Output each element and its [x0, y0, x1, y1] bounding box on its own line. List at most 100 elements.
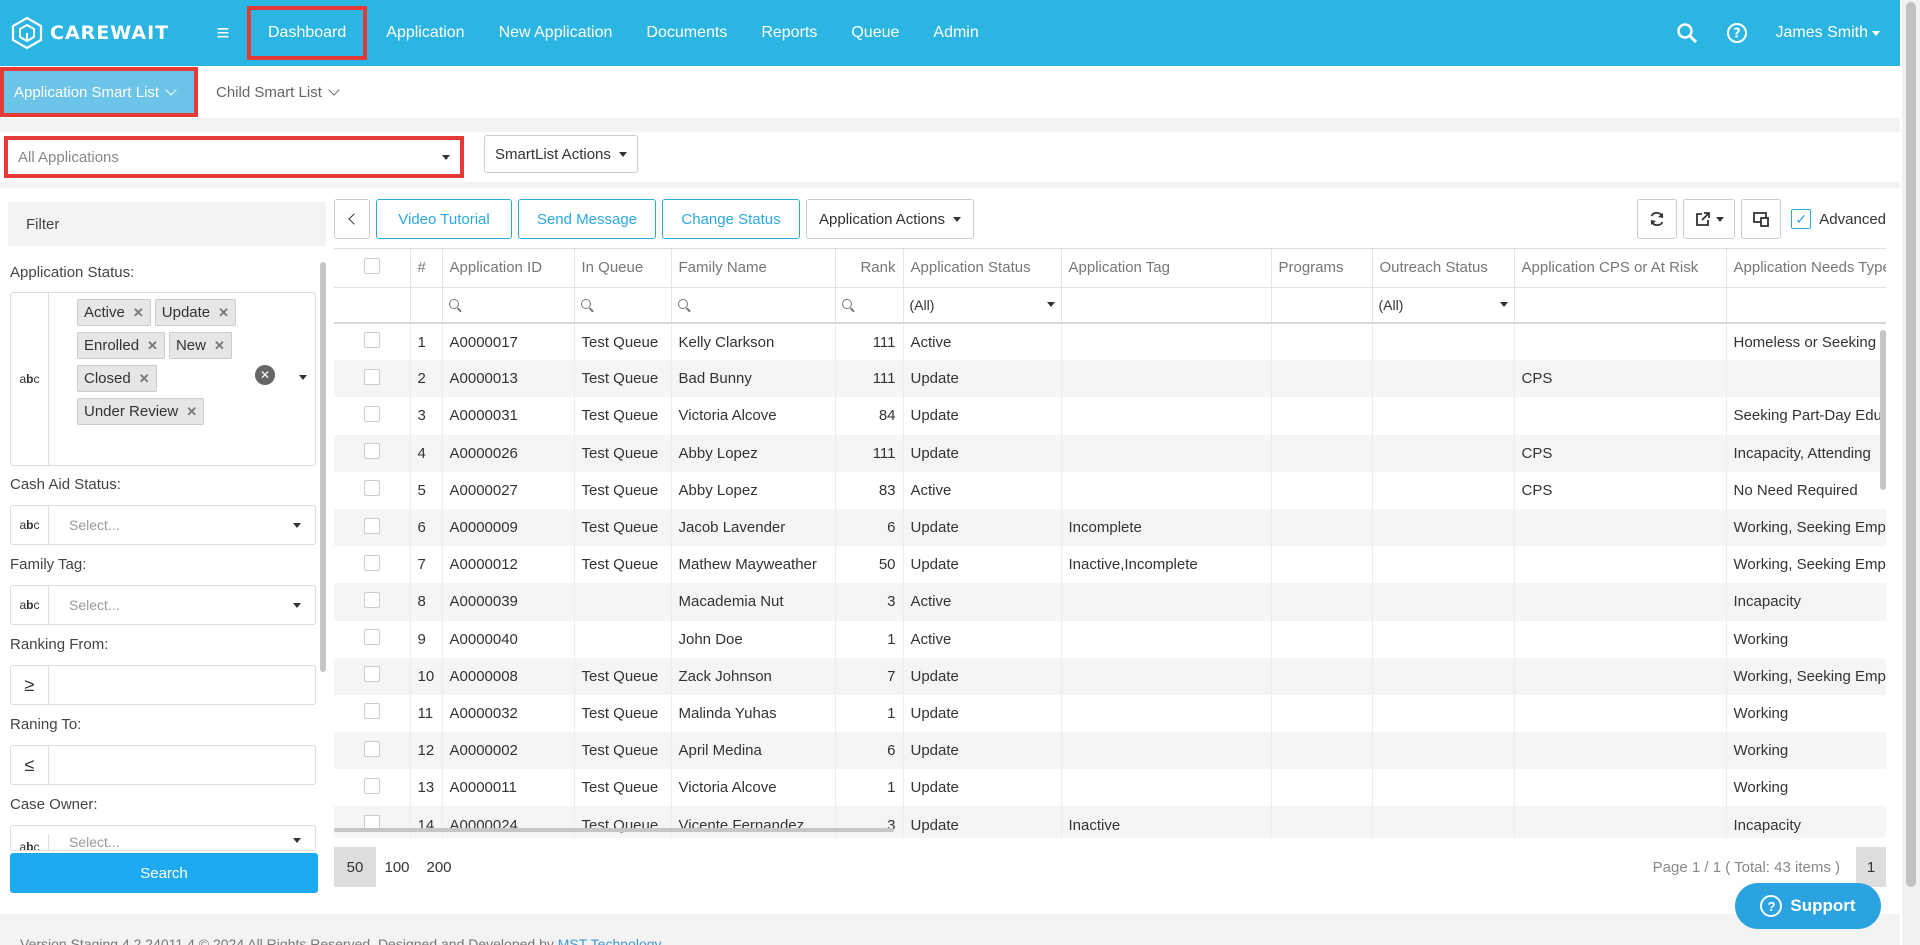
- row-select-cell[interactable]: [334, 657, 411, 695]
- filter-cell[interactable]: [1271, 287, 1373, 324]
- table-cell[interactable]: A0000013: [442, 360, 575, 398]
- clear-all-icon[interactable]: ✕: [255, 365, 275, 385]
- column-header[interactable]: Application Tag: [1061, 249, 1272, 288]
- application-actions-button[interactable]: Application Actions: [806, 199, 974, 239]
- application-status-multiselect[interactable]: abc Active ✕ Update ✕ Enrolled ✕ New ✕ Closed ✕ Un…: [10, 292, 316, 466]
- table-row[interactable]: 13 A0000011 Test Queue Victoria Alcove 1 Upda…: [334, 769, 1886, 807]
- row-checkbox[interactable]: [363, 332, 380, 349]
- status-chip[interactable]: Enrolled ✕: [77, 332, 165, 359]
- filter-cell[interactable]: [442, 287, 575, 324]
- remove-chip-icon[interactable]: ✕: [214, 338, 225, 354]
- table-row[interactable]: 1 A0000017 Test Queue Kelly Clarkson 111 Acti…: [334, 323, 1886, 361]
- nav-item-new-application[interactable]: New Application: [482, 0, 630, 66]
- status-chip[interactable]: Update ✕: [154, 299, 237, 326]
- page-size-option[interactable]: 100: [376, 847, 418, 887]
- table-row[interactable]: 10 A0000008 Test Queue Zack Johnson 7 Update W…: [334, 657, 1886, 695]
- footer-brand-link[interactable]: MST Technology: [558, 936, 662, 945]
- remove-chip-icon[interactable]: ✕: [133, 305, 144, 321]
- row-select-cell[interactable]: [334, 397, 411, 435]
- row-select-cell[interactable]: [334, 583, 411, 621]
- greater-equal-icon[interactable]: ≥: [11, 666, 49, 704]
- row-select-cell[interactable]: [334, 769, 411, 807]
- table-row[interactable]: 11 A0000032 Test Queue Malinda Yuhas 1 Update…: [334, 694, 1886, 733]
- table-row[interactable]: 5 A0000027 Test Queue Abby Lopez 83 Active CPS…: [334, 471, 1886, 509]
- row-checkbox[interactable]: [363, 554, 380, 571]
- help-icon[interactable]: ?: [1726, 22, 1748, 44]
- tab-child-smart-list[interactable]: Child Smart List: [206, 66, 348, 118]
- app-logo[interactable]: CAREWAIT: [10, 16, 205, 50]
- select-all-checkbox[interactable]: [363, 257, 380, 274]
- status-chip[interactable]: New ✕: [168, 332, 232, 359]
- filter-cell[interactable]: [671, 287, 836, 324]
- tab-application-smart-list[interactable]: Application Smart List: [0, 67, 198, 117]
- row-select-cell[interactable]: [334, 360, 411, 398]
- row-checkbox[interactable]: [363, 666, 380, 683]
- row-checkbox[interactable]: [363, 629, 380, 646]
- less-equal-icon[interactable]: ≤: [11, 746, 49, 784]
- column-header[interactable]: Programs: [1271, 249, 1373, 288]
- column-header[interactable]: Application CPS or At Risk: [1514, 249, 1727, 288]
- filter-cell[interactable]: [835, 287, 904, 324]
- status-chip[interactable]: Under Review ✕: [77, 398, 205, 425]
- page-scrollbar[interactable]: [1902, 0, 1920, 945]
- row-checkbox[interactable]: [363, 777, 380, 794]
- column-header[interactable]: In Queue: [574, 249, 672, 288]
- row-checkbox[interactable]: [363, 703, 380, 720]
- status-filter-select[interactable]: (All): [903, 287, 1062, 324]
- column-header[interactable]: Outreach Status: [1372, 249, 1515, 288]
- table-row[interactable]: 6 A0000009 Test Queue Jacob Lavender 6 Update…: [334, 508, 1886, 547]
- dropdown-caret-icon[interactable]: [299, 375, 307, 380]
- row-select-cell[interactable]: [334, 694, 411, 733]
- page-size-option[interactable]: 50: [334, 847, 376, 887]
- row-select-cell[interactable]: [334, 323, 411, 361]
- column-header[interactable]: Rank: [835, 249, 904, 288]
- table-row[interactable]: 3 A0000031 Test Queue Victoria Alcove 84 Upda…: [334, 397, 1886, 435]
- nav-item-documents[interactable]: Documents: [629, 0, 744, 66]
- table-row[interactable]: 7 A0000012 Test Queue Mathew Mayweather 50 Up…: [334, 546, 1886, 584]
- page-number-button[interactable]: 1: [1856, 847, 1886, 887]
- row-select-cell[interactable]: [334, 806, 411, 838]
- remove-chip-icon[interactable]: ✕: [139, 371, 150, 387]
- row-checkbox[interactable]: [363, 480, 380, 497]
- table-cell[interactable]: A0000031: [442, 397, 575, 435]
- nav-item-admin[interactable]: Admin: [916, 0, 995, 66]
- row-checkbox[interactable]: [363, 517, 380, 534]
- video-tutorial-button[interactable]: Video Tutorial: [376, 199, 512, 239]
- select-all-header[interactable]: [334, 249, 411, 288]
- table-row[interactable]: 12 A0000002 Test Queue April Medina 6 Update W…: [334, 732, 1886, 770]
- table-cell[interactable]: A0000040: [442, 620, 575, 658]
- table-cell[interactable]: A0000011: [442, 769, 575, 807]
- change-status-button[interactable]: Change Status: [662, 199, 800, 239]
- nav-item-dashboard[interactable]: Dashboard: [247, 6, 368, 60]
- filter-scrollbar[interactable]: [320, 262, 326, 672]
- nav-item-queue[interactable]: Queue: [834, 0, 916, 66]
- send-message-button[interactable]: Send Message: [518, 199, 656, 239]
- menu-toggle-icon[interactable]: ≡: [211, 20, 235, 46]
- column-chooser-button[interactable]: [1741, 199, 1782, 239]
- row-select-cell[interactable]: [334, 508, 411, 547]
- page-scrollbar-thumb[interactable]: [1906, 2, 1916, 887]
- table-cell[interactable]: A0000032: [442, 694, 575, 733]
- row-checkbox[interactable]: [363, 443, 380, 460]
- column-header[interactable]: Application ID: [442, 249, 575, 288]
- filter-cell[interactable]: [1061, 287, 1272, 324]
- table-cell[interactable]: A0000027: [442, 471, 575, 509]
- column-header[interactable]: Family Name: [671, 249, 836, 288]
- table-cell[interactable]: A0000024: [442, 806, 575, 838]
- filter-cell[interactable]: [1514, 287, 1727, 324]
- search-button[interactable]: Search: [10, 853, 318, 893]
- row-checkbox[interactable]: [363, 591, 380, 608]
- collapse-filter-button[interactable]: [334, 199, 370, 239]
- status-chip[interactable]: Active ✕: [77, 299, 151, 326]
- column-header[interactable]: Application Needs Type: [1726, 249, 1886, 288]
- user-menu[interactable]: James Smith: [1776, 24, 1880, 42]
- filter-cell[interactable]: [574, 287, 672, 324]
- table-cell[interactable]: A0000039: [442, 583, 575, 621]
- smartlist-select[interactable]: All Applications: [4, 136, 464, 178]
- nav-item-reports[interactable]: Reports: [744, 0, 834, 66]
- table-cell[interactable]: A0000026: [442, 434, 575, 472]
- cash-aid-select[interactable]: abc Select...: [10, 505, 316, 545]
- table-cell[interactable]: A0000002: [442, 732, 575, 770]
- search-icon[interactable]: [1676, 22, 1698, 44]
- table-row[interactable]: 14 A0000024 Test Queue Vicente Fernandez 3 Up…: [334, 806, 1886, 838]
